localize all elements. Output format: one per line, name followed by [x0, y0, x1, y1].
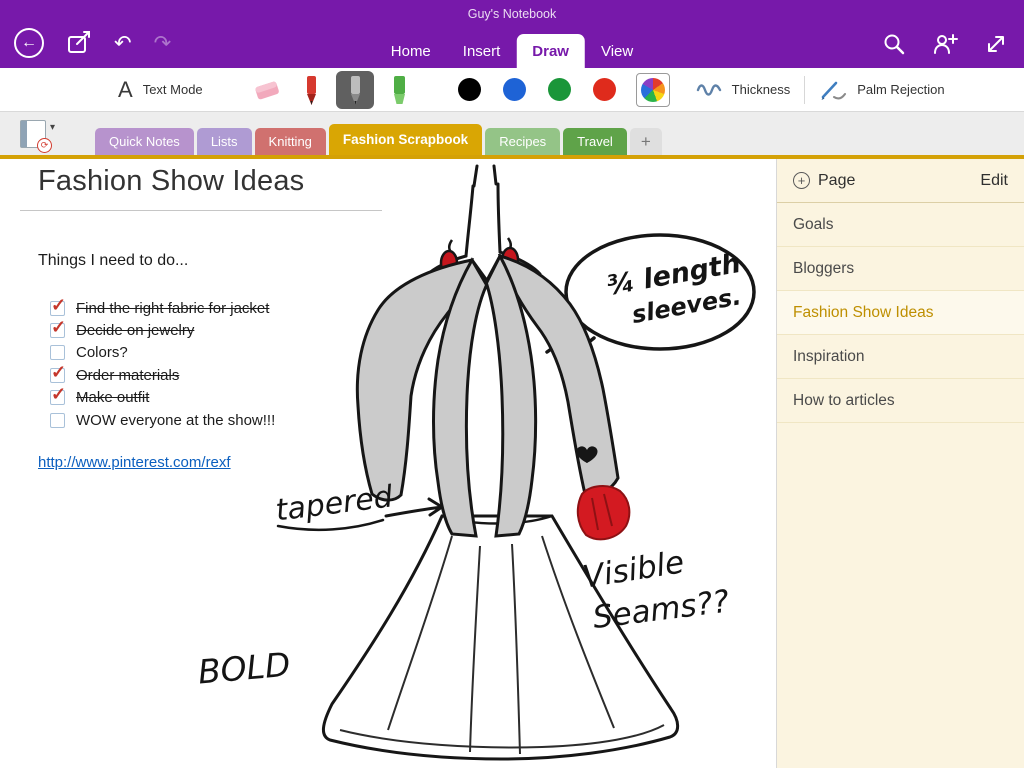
- todo-label[interactable]: Decide on jewelry: [76, 322, 194, 339]
- add-page-button[interactable]: + Page: [793, 172, 855, 190]
- color-wheel-icon: [641, 78, 665, 102]
- color-green[interactable]: [548, 78, 571, 101]
- notebook-icon: ⟳: [20, 120, 46, 148]
- visible-text: Visible: [580, 544, 686, 596]
- fullscreen-button[interactable]: [984, 32, 1008, 56]
- sidebar-header: + Page Edit: [777, 159, 1024, 203]
- palm-rejection-icon: [819, 79, 847, 101]
- checkbox-unchecked[interactable]: [50, 413, 65, 428]
- color-wheel-picker[interactable]: [636, 73, 670, 107]
- add-person-icon: [932, 32, 958, 56]
- page-list-item-fashion-show-ideas[interactable]: Fashion Show Ideas: [777, 291, 1024, 335]
- text-mode-button[interactable]: A Text Mode: [0, 77, 203, 103]
- thickness-icon: [696, 81, 722, 99]
- section-tabs: Quick Notes Lists Knitting Fashion Scrap…: [95, 124, 662, 155]
- expand-icon: [984, 32, 1008, 56]
- red-pen-icon: [294, 73, 328, 107]
- gray-pen-tool[interactable]: [336, 71, 374, 109]
- thickness-button[interactable]: Thickness: [696, 81, 791, 99]
- edit-pages-button[interactable]: Edit: [980, 172, 1008, 190]
- color-red[interactable]: [593, 78, 616, 101]
- sync-badge-icon: ⟳: [37, 138, 52, 153]
- check-icon: ✓: [51, 384, 66, 405]
- section-tab-fashion-scrapbook[interactable]: Fashion Scrapbook: [329, 124, 482, 155]
- color-swatches: [447, 73, 670, 107]
- notebook-switcher[interactable]: ⟳ ▾: [20, 120, 55, 148]
- check-icon: ✓: [51, 317, 66, 338]
- chevron-down-icon: ▾: [50, 122, 55, 133]
- page-canvas[interactable]: Fashion Show Ideas Things I need to do..…: [0, 159, 776, 768]
- checkbox-checked[interactable]: ✓: [50, 390, 65, 405]
- add-section-button[interactable]: +: [630, 128, 662, 155]
- color-black[interactable]: [458, 78, 481, 101]
- back-button[interactable]: ←: [14, 28, 44, 58]
- thickness-label: Thickness: [732, 82, 791, 97]
- green-highlighter-tool[interactable]: [380, 71, 418, 109]
- redo-icon: ↷: [154, 31, 172, 56]
- palm-rejection-label: Palm Rejection: [857, 82, 944, 97]
- section-tab-lists[interactable]: Lists: [197, 128, 252, 155]
- color-blue[interactable]: [503, 78, 526, 101]
- tab-insert[interactable]: Insert: [447, 34, 517, 68]
- check-icon: ✓: [51, 295, 66, 316]
- tab-draw[interactable]: Draw: [516, 34, 585, 68]
- check-icon: ✓: [51, 362, 66, 383]
- undo-button[interactable]: ↶: [114, 31, 132, 56]
- share-people-button[interactable]: [932, 32, 958, 56]
- section-tab-quick-notes[interactable]: Quick Notes: [95, 128, 194, 155]
- red-pen-tool[interactable]: [292, 71, 330, 109]
- onenote-app: Guy's Notebook ← ↶ ↷ Home Insert Draw Vi…: [0, 0, 1024, 768]
- todo-label[interactable]: Make outfit: [76, 389, 149, 406]
- todo-label[interactable]: Colors?: [76, 344, 128, 361]
- page-list-sidebar: + Page Edit Goals Bloggers Fashion Show …: [776, 159, 1024, 768]
- page-list-item-how-to-articles[interactable]: How to articles: [777, 379, 1024, 423]
- plus-circle-icon: +: [793, 172, 810, 189]
- text-mode-label: Text Mode: [143, 82, 203, 97]
- section-tab-knitting[interactable]: Knitting: [255, 128, 326, 155]
- add-page-label: Page: [818, 172, 855, 190]
- title-bar: Guy's Notebook ← ↶ ↷ Home Insert Draw Vi…: [0, 0, 1024, 68]
- search-button[interactable]: [882, 32, 906, 56]
- pen-tools: [245, 71, 421, 109]
- draw-toolbar: A Text Mode: [0, 68, 1024, 112]
- notebook-spine: [21, 121, 27, 147]
- page-list-item-inspiration[interactable]: Inspiration: [777, 335, 1024, 379]
- ribbon-tabs: Home Insert Draw View: [375, 34, 649, 68]
- search-icon: [882, 32, 906, 56]
- section-tab-strip: ⟳ ▾ Quick Notes Lists Knitting Fashion S…: [0, 112, 1024, 155]
- back-arrow-icon: ←: [21, 34, 37, 52]
- intro-text[interactable]: Things I need to do...: [38, 252, 188, 270]
- page-list-item-goals[interactable]: Goals: [777, 203, 1024, 247]
- gray-pen-icon: [338, 73, 372, 107]
- todo-label[interactable]: Order materials: [76, 367, 179, 384]
- tab-home[interactable]: Home: [375, 34, 447, 68]
- header-right-actions: [882, 32, 1008, 56]
- eraser-icon: [250, 73, 284, 107]
- ink-drawing: ¾ length sleeves.: [180, 164, 780, 768]
- bold-text: BOLD: [196, 645, 291, 692]
- palm-rejection-button[interactable]: Palm Rejection: [819, 79, 944, 101]
- checkbox-checked[interactable]: ✓: [50, 301, 65, 316]
- export-page-icon: [66, 30, 92, 56]
- header-left-actions: ← ↶ ↷: [14, 28, 171, 58]
- checkbox-unchecked[interactable]: [50, 345, 65, 360]
- redo-button[interactable]: ↷: [154, 31, 172, 56]
- checkbox-checked[interactable]: ✓: [50, 368, 65, 383]
- annotation-visible-seams: Visible Seams??: [580, 544, 731, 636]
- undo-icon: ↶: [114, 31, 132, 56]
- checkbox-checked[interactable]: ✓: [50, 323, 65, 338]
- red-glove: [578, 486, 630, 539]
- green-highlighter-icon: [382, 73, 416, 107]
- annotation-tapered: tapered: [274, 479, 442, 530]
- eraser-tool[interactable]: [248, 71, 286, 109]
- tab-view[interactable]: View: [585, 34, 649, 68]
- toolbar-divider: [804, 76, 805, 104]
- page-list-item-bloggers[interactable]: Bloggers: [777, 247, 1024, 291]
- text-mode-icon: A: [118, 77, 133, 103]
- section-tab-travel[interactable]: Travel: [563, 128, 627, 155]
- export-page-button[interactable]: [66, 30, 92, 56]
- section-tab-recipes[interactable]: Recipes: [485, 128, 560, 155]
- notebook-title: Guy's Notebook: [0, 7, 1024, 21]
